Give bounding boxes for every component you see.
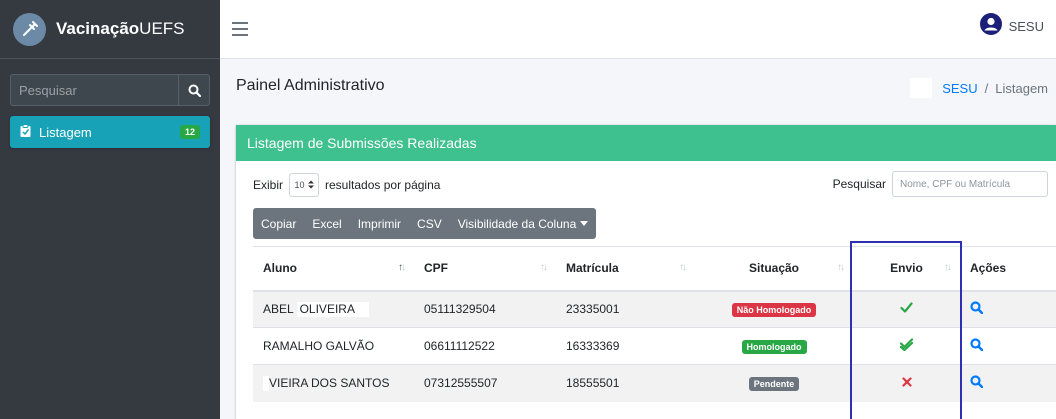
- submissions-table: Aluno ↑↓ CPF ↑↓ Matrícula ↑↓ Situação ↑↓ Env…: [253, 246, 1056, 402]
- submissions-card: Listagem de Submissões Realizadas Exibir…: [236, 125, 1056, 419]
- double-check-icon: [853, 327, 960, 365]
- caret-down-icon: [580, 221, 589, 226]
- user-avatar-icon: [979, 13, 1002, 40]
- view-search-icon[interactable]: [970, 375, 984, 391]
- length-prefix: Exibir: [253, 178, 284, 192]
- status-badge: Não Homologado: [731, 302, 817, 317]
- sort-icon: ↑↓: [679, 262, 687, 273]
- search-icon[interactable]: [178, 74, 210, 106]
- sidebar-search-input[interactable]: [10, 74, 178, 106]
- breadcrumb: SESU / Listagem: [910, 78, 1048, 98]
- cell-acoes: [960, 290, 1056, 328]
- column-header-situacao[interactable]: Situação ↑↓: [695, 246, 853, 292]
- print-button[interactable]: Imprimir: [350, 208, 409, 239]
- sort-icon: ↑↓: [837, 262, 845, 273]
- column-header-aluno[interactable]: Aluno ↑↓: [253, 246, 414, 292]
- cell-aluno: RAMALHO GALVÃO: [253, 327, 414, 365]
- cell-cpf: 06611112522: [414, 327, 556, 365]
- content-header: Painel Administrativo SESU / Listagem: [220, 59, 1056, 117]
- sort-asc-icon: ↑↓: [398, 262, 406, 273]
- clipboard-icon: [20, 124, 31, 140]
- select-arrows-icon: [307, 180, 314, 191]
- sort-icon: ↑↓: [944, 262, 952, 273]
- filter-label: Pesquisar: [832, 177, 886, 191]
- table-search-input[interactable]: [892, 171, 1048, 197]
- status-badge: Pendente: [748, 376, 800, 391]
- cell-matricula: 18555501: [556, 364, 695, 402]
- column-header-matricula[interactable]: Matrícula ↑↓: [556, 246, 695, 292]
- breadcrumb-link-sesu[interactable]: SESU: [942, 81, 977, 96]
- copy-button[interactable]: Copiar: [253, 208, 304, 239]
- cell-situacao: Pendente: [695, 364, 853, 402]
- breadcrumb-current: Listagem: [995, 80, 1048, 96]
- table-filter: Pesquisar: [833, 171, 1048, 197]
- column-header-envio[interactable]: Envio ↑↓: [853, 246, 960, 292]
- page-title: Painel Administrativo: [236, 77, 385, 94]
- x-icon: [853, 364, 960, 402]
- column-header-acoes[interactable]: Ações↑↓: [960, 246, 1056, 292]
- column-visibility-button[interactable]: Visibilidade da Coluna: [450, 208, 597, 239]
- sidebar: VacinaçãoUEFS Listagem 12: [0, 0, 220, 419]
- sort-icon: ↑↓: [540, 262, 548, 273]
- export-button-group: Copiar Excel Imprimir CSV Visibilidade d…: [253, 208, 597, 239]
- cell-acoes: [960, 327, 1056, 365]
- check-icon: [853, 290, 960, 328]
- sidebar-item-listagem[interactable]: Listagem 12: [10, 116, 210, 148]
- sidebar-search: [10, 74, 210, 106]
- main-content: Painel Administrativo SESU / Listagem Li…: [220, 59, 1056, 419]
- length-suffix: resultados por página: [325, 178, 441, 192]
- csv-button[interactable]: CSV: [409, 208, 450, 239]
- column-header-cpf[interactable]: CPF ↑↓: [414, 246, 556, 292]
- sidebar-item-label: Listagem: [39, 124, 92, 140]
- page-length-select[interactable]: 10: [289, 173, 320, 197]
- top-navbar: SESU: [220, 0, 1056, 59]
- cell-matricula: 23335001: [556, 290, 695, 328]
- cell-situacao: Homologado: [695, 327, 853, 365]
- cell-cpf: 07312555507: [414, 364, 556, 402]
- view-search-icon[interactable]: [970, 301, 984, 317]
- cell-aluno: VIEIRA DOS SANTOS: [253, 364, 414, 402]
- table-header-row: Aluno ↑↓ CPF ↑↓ Matrícula ↑↓ Situação ↑↓ Env…: [253, 246, 1056, 292]
- hamburger-menu-icon[interactable]: [232, 22, 248, 36]
- cell-situacao: Não Homologado: [695, 290, 853, 328]
- view-search-icon[interactable]: [970, 338, 984, 354]
- user-name: SESU: [1008, 19, 1044, 34]
- cell-matricula: 16333369: [556, 327, 695, 365]
- cell-acoes: [960, 364, 1056, 402]
- user-menu[interactable]: SESU: [979, 13, 1044, 40]
- table-row: VIEIRA DOS SANTOS 07312555507 18555501 P…: [253, 364, 1056, 402]
- card-title: Listagem de Submissões Realizadas: [236, 125, 1056, 161]
- cell-cpf: 05111329504: [414, 290, 556, 328]
- count-badge: 12: [179, 125, 200, 139]
- cell-aluno: ABEL OLIVEIRA: [253, 290, 414, 328]
- syringe-icon: [13, 12, 46, 46]
- table-row: RAMALHO GALVÃO 06611112522 16333369 Homo…: [253, 327, 1056, 365]
- table-row: ABEL OLIVEIRA 05111329504 23335001 Não H…: [253, 290, 1056, 328]
- status-badge: Homologado: [741, 339, 807, 354]
- excel-button[interactable]: Excel: [304, 208, 349, 239]
- breadcrumb-separator: /: [984, 80, 989, 96]
- page-length-control: Exibir 10 resultados por página: [253, 173, 440, 197]
- brand-name: VacinaçãoUEFS: [56, 19, 185, 38]
- brand[interactable]: VacinaçãoUEFS: [0, 0, 220, 59]
